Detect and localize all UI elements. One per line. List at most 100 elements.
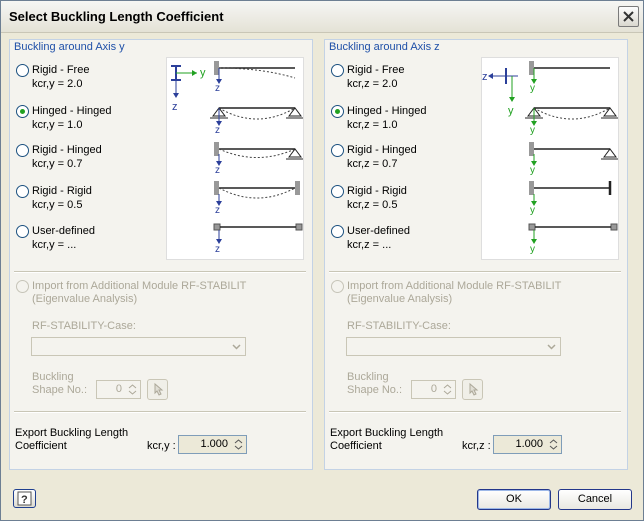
pointer-icon [154,382,164,396]
separator [14,411,306,413]
option-coef-hinged-hinged-y: kcr,y = 1.0 [32,119,83,131]
radio-rigid-rigid-z[interactable] [331,185,344,198]
svg-text:y: y [530,244,535,255]
radio-rigid-free-y[interactable] [16,64,29,77]
import-sublabel-z: (Eigenvalue Analysis) [347,293,453,305]
shape-sublabel-y: Shape No.: [32,384,88,396]
option-label-rigid-rigid-z: Rigid - Rigid [347,185,407,197]
radio-rigid-free-z[interactable] [331,64,344,77]
close-icon [623,11,634,22]
radio-user-defined-y[interactable] [16,225,29,238]
svg-text:z: z [482,71,488,83]
option-coef-rigid-hinged-y: kcr,y = 0.7 [32,158,83,170]
pointer-icon [469,382,479,396]
option-label-rigid-free-z: Rigid - Free [347,64,405,76]
radio-rigid-hinged-z[interactable] [331,144,344,157]
buckling-modes-illustration-y: y z z z z z z [171,61,303,255]
title-bar[interactable]: Select Buckling Length Coefficient [1,1,643,33]
help-icon: ? [17,491,32,506]
buckling-diagram-y: y z z z z z z [166,57,304,260]
rf-stability-case-select-y[interactable] [31,337,246,356]
import-label-y: Import from Additional Module RF-STABILI… [32,280,247,292]
close-button[interactable] [618,6,639,27]
spinner-arrows-icon [128,384,137,395]
shape-label-y: Buckling [32,371,74,383]
shape-label-z: Buckling [347,371,389,383]
panel-title-axis-y: Buckling around Axis y [14,41,125,53]
svg-text:?: ? [21,494,28,506]
shape-number-value-y: 0 [115,383,122,395]
radio-user-defined-z[interactable] [331,225,344,238]
export-label-z: Export Buckling Length [330,427,444,439]
svg-text:z: z [172,101,178,113]
option-label-rigid-hinged-y: Rigid - Hinged [32,144,102,156]
ok-button[interactable]: OK [477,489,551,510]
panel-axis-y: Buckling around Axis y Rigid - Free kcr,… [9,39,313,470]
radio-hinged-hinged-z[interactable] [331,105,344,118]
radio-hinged-hinged-y[interactable] [16,105,29,118]
export-sublabel-y: Coefficient [15,440,67,452]
spinner-arrows-icon [443,384,452,395]
radio-import-rf-stability-z[interactable] [331,280,344,293]
case-label-y: RF-STABILITY-Case: [32,320,136,332]
option-coef-user-defined-z: kcr,z = ... [347,239,392,251]
import-label-z: Import from Additional Module RF-STABILI… [347,280,562,292]
buckling-modes-illustration-z: z y y y y y y [482,61,618,255]
svg-text:z: z [215,244,220,255]
cancel-button[interactable]: Cancel [558,489,632,510]
option-coef-rigid-rigid-z: kcr,z = 0.5 [347,199,398,211]
pick-shape-button-z[interactable] [462,379,483,400]
shape-number-value-z: 0 [430,383,437,395]
spinner-arrows-icon [549,439,558,450]
panel-title-axis-z: Buckling around Axis z [329,41,440,53]
shape-number-spinner-z[interactable]: 0 [411,380,456,399]
dialog-window: Select Buckling Length Coefficient Buckl… [0,0,644,521]
svg-text:z: z [215,125,220,136]
svg-text:y: y [530,165,535,176]
svg-text:z: z [215,83,220,94]
export-coefficient-value-y: 1.000 [200,438,228,450]
export-coefficient-value-z: 1.000 [515,438,543,450]
option-label-user-defined-y: User-defined [32,225,95,237]
section-axes-y: y z [171,65,206,113]
export-coefficient-spinner-z[interactable]: 1.000 [493,435,562,454]
svg-text:y: y [508,105,514,117]
dialog-title: Select Buckling Length Coefficient [9,9,224,24]
export-label-y: Export Buckling Length [15,427,129,439]
rf-stability-case-select-z[interactable] [346,337,561,356]
svg-text:y: y [530,125,535,136]
svg-text:z: z [215,205,220,216]
separator [329,411,621,413]
radio-rigid-rigid-y[interactable] [16,185,29,198]
pick-shape-button-y[interactable] [147,379,168,400]
chevron-down-icon [547,344,556,350]
option-label-hinged-hinged-y: Hinged - Hinged [32,105,112,117]
buckling-diagram-z: z y y y y y y [481,57,619,260]
case-label-z: RF-STABILITY-Case: [347,320,451,332]
svg-text:y: y [530,83,535,94]
svg-text:y: y [200,67,206,79]
option-coef-rigid-hinged-z: kcr,z = 0.7 [347,158,398,170]
option-coef-hinged-hinged-z: kcr,z = 1.0 [347,119,398,131]
option-coef-rigid-free-y: kcr,y = 2.0 [32,78,83,90]
chevron-down-icon [232,344,241,350]
option-label-rigid-free-y: Rigid - Free [32,64,90,76]
option-coef-user-defined-y: kcr,y = ... [32,239,77,251]
svg-text:y: y [530,205,535,216]
radio-rigid-hinged-y[interactable] [16,144,29,157]
option-label-hinged-hinged-z: Hinged - Hinged [347,105,427,117]
shape-number-spinner-y[interactable]: 0 [96,380,141,399]
radio-import-rf-stability-y[interactable] [16,280,29,293]
option-label-rigid-hinged-z: Rigid - Hinged [347,144,417,156]
svg-text:z: z [215,165,220,176]
section-axes-z: z y [482,68,518,117]
export-sublabel-z: Coefficient [330,440,382,452]
import-sublabel-y: (Eigenvalue Analysis) [32,293,138,305]
separator [14,271,306,273]
export-coefficient-spinner-y[interactable]: 1.000 [178,435,247,454]
option-coef-rigid-free-z: kcr,z = 2.0 [347,78,398,90]
panel-axis-z: Buckling around Axis z Rigid - Free kcr,… [324,39,628,470]
separator [329,271,621,273]
help-button[interactable]: ? [13,489,36,508]
spinner-arrows-icon [234,439,243,450]
